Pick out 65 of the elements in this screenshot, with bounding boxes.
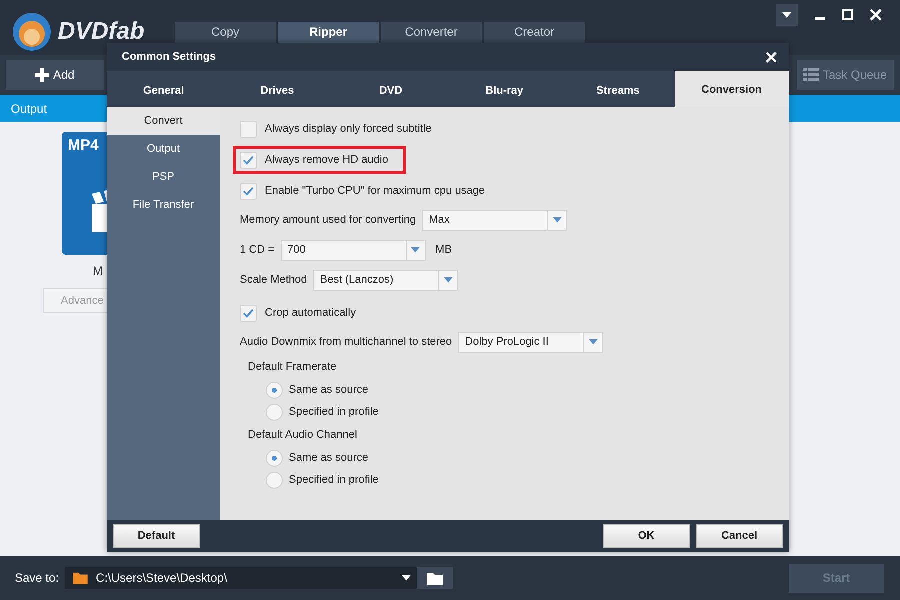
- logo-text: DVDfab: [58, 18, 145, 46]
- radio-button[interactable]: [266, 472, 283, 488]
- dropdown[interactable]: 700: [280, 240, 426, 260]
- save-to-label: Save to:: [15, 571, 60, 585]
- settings-tab[interactable]: Drives: [220, 71, 334, 107]
- caret-icon: [588, 339, 598, 345]
- group-label: Default Audio Channel: [248, 429, 358, 443]
- folder-icon: [427, 572, 444, 584]
- ok-button[interactable]: OK: [603, 524, 690, 548]
- checkbox[interactable]: [240, 120, 257, 138]
- dropdown-icon[interactable]: [776, 4, 798, 26]
- caret-icon: [411, 247, 420, 253]
- logo-icon: [12, 12, 52, 52]
- radio-label: Same as source: [289, 384, 368, 396]
- checkbox-label: Enable "Turbo CPU" for maximum cpu usage: [265, 185, 486, 197]
- setting-label: 1 CD =: [240, 244, 275, 256]
- cancel-button[interactable]: Cancel: [696, 524, 783, 548]
- group-label: Default Framerate: [248, 361, 338, 375]
- radio-button[interactable]: [266, 450, 283, 466]
- checkbox[interactable]: [240, 182, 257, 200]
- setting-label: Memory amount used for converting: [240, 214, 416, 226]
- maximize-icon[interactable]: [842, 9, 854, 21]
- close-icon[interactable]: [766, 52, 777, 62]
- setting-label: Scale Method: [240, 274, 308, 286]
- check-icon: [243, 186, 254, 196]
- radio-button[interactable]: [266, 404, 283, 420]
- profile-format: MP4: [68, 137, 99, 154]
- settings-tab[interactable]: General: [107, 71, 221, 107]
- checkbox-label: Always display only forced subtitle: [265, 123, 432, 135]
- folder-icon: [73, 572, 88, 584]
- output-label: Output: [11, 102, 48, 116]
- dropdown[interactable]: Max: [422, 210, 568, 230]
- settings-tab[interactable]: Conversion: [674, 71, 789, 107]
- path-field[interactable]: C:\Users\Steve\Desktop\: [65, 567, 418, 589]
- list-icon: [803, 68, 819, 82]
- browse-button[interactable]: [417, 567, 454, 589]
- setting-label: Audio Downmix from multichannel to stereo: [240, 336, 452, 348]
- checkbox[interactable]: [240, 304, 257, 322]
- add-button[interactable]: Add: [6, 60, 104, 90]
- caret-icon: [552, 217, 562, 223]
- radio-label: Same as source: [289, 452, 368, 464]
- dropdown[interactable]: Best (Lanczos): [313, 270, 458, 290]
- plus-icon: [35, 68, 50, 82]
- settings-tab[interactable]: Streams: [561, 71, 675, 107]
- checkbox-label: Always remove HD audio: [265, 154, 388, 166]
- caret-icon: [402, 575, 412, 581]
- check-icon: [243, 308, 254, 318]
- nav-item[interactable]: Output: [107, 135, 220, 163]
- radio-label: Specified in profile: [289, 406, 379, 418]
- radio-button[interactable]: [266, 382, 283, 398]
- nav-item[interactable]: File Transfer: [107, 191, 220, 219]
- checkbox[interactable]: [240, 152, 257, 168]
- default-button[interactable]: Default: [113, 524, 200, 548]
- settings-tab[interactable]: Blu-ray: [448, 71, 562, 107]
- check-icon: [243, 156, 254, 164]
- settings-tab[interactable]: DVD: [334, 71, 448, 107]
- caret-icon: [444, 277, 453, 283]
- profile-name: M: [93, 264, 103, 278]
- close-icon[interactable]: [870, 9, 882, 21]
- radio-label: Specified in profile: [289, 474, 379, 486]
- nav-item[interactable]: PSP: [107, 163, 220, 191]
- unit-label: MB: [436, 244, 452, 256]
- checkbox-label: Crop automatically: [265, 307, 356, 319]
- nav-item[interactable]: Convert: [107, 107, 220, 135]
- dropdown[interactable]: Dolby ProLogic II: [458, 332, 604, 352]
